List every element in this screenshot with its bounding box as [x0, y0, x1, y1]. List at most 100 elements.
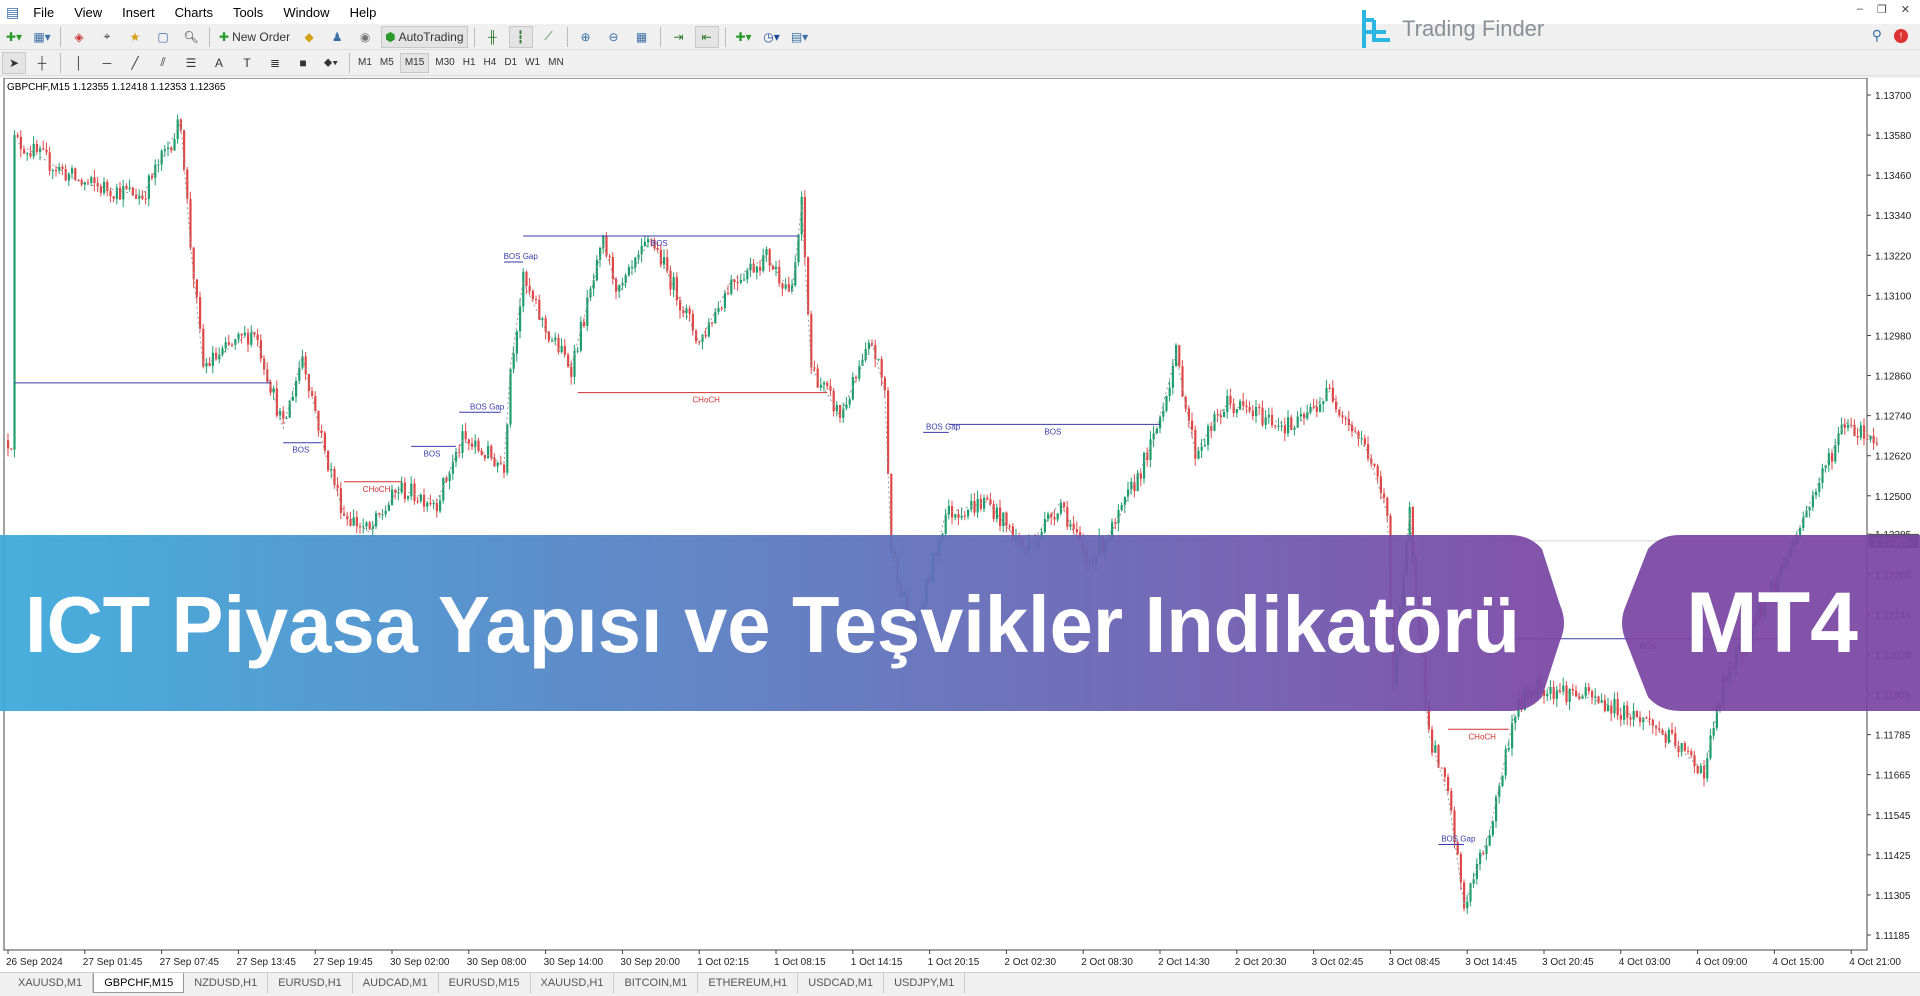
crosshair-icon[interactable]: ┼: [30, 52, 54, 74]
timeframe-h4[interactable]: H4: [480, 53, 501, 73]
chart-shift-icon[interactable]: ⇤: [694, 25, 719, 48]
menu-insert[interactable]: Insert: [112, 5, 165, 20]
close-icon[interactable]: ✕: [1901, 3, 1910, 16]
chart-tab[interactable]: USDCAD,M1: [798, 973, 885, 993]
candle-body: [531, 290, 534, 300]
candle-body: [1197, 450, 1200, 459]
market-watch-icon[interactable]: ◈: [67, 26, 91, 48]
periods-icon[interactable]: ◷▾: [760, 26, 784, 48]
time-label: 3 Oct 08:45: [1388, 957, 1440, 968]
candle-body: [701, 334, 704, 343]
search-icon[interactable]: ⚲: [1872, 27, 1882, 44]
terminal-icon[interactable]: ▢: [151, 26, 175, 48]
rectangle-icon[interactable]: ■: [291, 52, 315, 74]
candle-body: [480, 450, 483, 456]
fibo-fan-icon[interactable]: ≣: [263, 52, 287, 74]
price-tick-label: 1.12740: [1875, 412, 1912, 423]
line-chart-icon[interactable]: ⟋: [537, 26, 561, 48]
strategy-tester-icon[interactable]: 🔍︎: [179, 26, 203, 48]
candle-body: [1664, 734, 1667, 743]
chart-tab[interactable]: XAUUSD,M1: [8, 973, 94, 993]
price-tick-label: 1.11545: [1875, 811, 1911, 822]
chart-tab[interactable]: NZDUSD,H1: [184, 973, 269, 993]
tile-windows-icon[interactable]: ▦: [630, 26, 654, 48]
vertical-line-icon[interactable]: │: [67, 52, 91, 74]
candle-body: [320, 430, 323, 433]
chart-tab[interactable]: GBPCHF,M15: [93, 973, 185, 993]
candle-body: [432, 503, 435, 505]
timeframe-mn[interactable]: MN: [544, 53, 568, 73]
trendline-icon[interactable]: ╱: [123, 52, 147, 74]
menu-window[interactable]: Window: [273, 5, 339, 20]
candle-body: [163, 149, 166, 151]
timeframe-w1[interactable]: W1: [521, 53, 544, 73]
chart-tab[interactable]: AUDCAD,M1: [353, 973, 439, 993]
candle-body: [154, 164, 157, 178]
structure-label: BOS: [1044, 427, 1061, 436]
price-tick-label: 1.11665: [1875, 771, 1911, 782]
candle-body: [26, 153, 29, 155]
new-chart-icon[interactable]: ✚▾: [2, 26, 26, 48]
templates-icon[interactable]: ▤▾: [788, 26, 812, 48]
candle-body: [672, 277, 675, 290]
candle-body: [1872, 435, 1875, 444]
chart-tab[interactable]: EURUSD,H1: [268, 973, 353, 993]
price-chart[interactable]: 1.13700 1.13580 1.13460 1.13340 1.13220 1.131…: [0, 78, 1920, 972]
notification-icon[interactable]: !: [1894, 28, 1908, 43]
candlestick-icon[interactable]: ┇: [508, 25, 533, 48]
menu-tools[interactable]: Tools: [223, 5, 273, 20]
candle-body: [282, 411, 285, 419]
radio-icon[interactable]: ◉: [353, 26, 377, 48]
timeframe-m1[interactable]: M1: [354, 53, 376, 73]
bar-chart-icon[interactable]: ╫: [481, 26, 505, 48]
text-label-icon[interactable]: T: [235, 52, 259, 74]
candle-body: [1178, 345, 1181, 367]
zoom-out-icon[interactable]: ⊖: [602, 26, 626, 48]
zoom-in-icon[interactable]: ⊕: [574, 26, 598, 48]
candle-body: [1495, 796, 1498, 822]
timeframe-m30[interactable]: M30: [431, 53, 458, 73]
chart-tab[interactable]: EURUSD,M15: [439, 973, 531, 993]
profiles-icon[interactable]: ▦▾: [30, 26, 54, 48]
minimize-icon[interactable]: –: [1857, 3, 1863, 16]
restore-icon[interactable]: ❐: [1877, 3, 1887, 16]
autotrading-button[interactable]: ⬢ AutoTrading: [381, 25, 468, 48]
candle-body: [7, 440, 10, 449]
candle-body: [730, 279, 733, 294]
chart-tab[interactable]: USDJPY,M1: [884, 973, 966, 993]
timeframe-m15[interactable]: M15: [399, 52, 430, 73]
chart-tab[interactable]: XAUUSD,H1: [531, 973, 615, 993]
candle-body: [781, 283, 784, 289]
chart-tab[interactable]: BITCOIN,M1: [614, 973, 699, 993]
candle-body: [231, 344, 234, 346]
timeframe-h1[interactable]: H1: [459, 53, 480, 73]
menu-help[interactable]: Help: [340, 5, 387, 20]
menu-file[interactable]: File: [23, 5, 64, 20]
channel-icon[interactable]: ⫽: [151, 52, 175, 74]
horizontal-line-icon[interactable]: ─: [95, 52, 119, 74]
cursor-icon[interactable]: ➤: [2, 51, 26, 74]
chart-tab[interactable]: ETHEREUM,H1: [698, 973, 799, 993]
chart-window[interactable]: GBPCHF,M15 1.12355 1.12418 1.12353 1.123…: [0, 78, 1920, 972]
menu-view[interactable]: View: [64, 5, 112, 20]
auto-scroll-icon[interactable]: ⇥: [667, 26, 691, 48]
new-order-button[interactable]: ✚ New Order: [216, 26, 293, 48]
timeframe-m5[interactable]: M5: [376, 53, 398, 73]
data-window-icon[interactable]: ⌖: [95, 26, 119, 48]
signals-icon[interactable]: ♟: [325, 26, 349, 48]
candle-body: [1312, 406, 1315, 408]
candle-body: [16, 135, 19, 137]
timeframe-d1[interactable]: D1: [500, 53, 521, 73]
menu-charts[interactable]: Charts: [165, 5, 223, 20]
navigator-icon[interactable]: ★: [123, 26, 147, 48]
indicators-icon[interactable]: ✚▾: [732, 26, 756, 48]
candle-body: [666, 257, 669, 271]
fibonacci-icon[interactable]: ☰: [179, 52, 203, 74]
candle-body: [746, 270, 749, 280]
arrows-icon[interactable]: ⬥▾: [319, 52, 343, 74]
text-icon[interactable]: A: [207, 52, 231, 74]
metaeditor-icon[interactable]: ◆: [297, 26, 321, 48]
candle-body: [429, 502, 432, 505]
candle-body: [1488, 835, 1491, 846]
candle-body: [435, 503, 438, 512]
